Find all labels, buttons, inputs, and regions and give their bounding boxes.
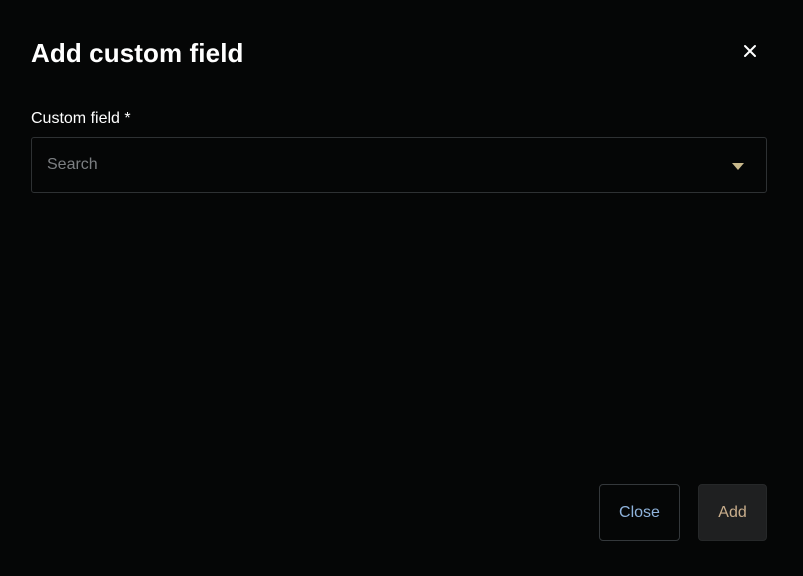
custom-field-label: Custom field * — [31, 110, 131, 127]
caret-down-glyph — [732, 162, 744, 170]
dialog-title: Add custom field — [31, 38, 244, 68]
caret-down-icon[interactable] — [726, 158, 750, 174]
close-icon[interactable] — [738, 39, 762, 63]
add-custom-field-dialog: Add custom field Custom field * Close Ad… — [0, 0, 803, 576]
custom-field-select[interactable] — [31, 137, 767, 193]
add-button[interactable]: Add — [698, 484, 767, 541]
custom-field-search-input[interactable] — [47, 138, 707, 192]
close-icon-glyph — [744, 45, 756, 57]
close-button[interactable]: Close — [599, 484, 680, 541]
